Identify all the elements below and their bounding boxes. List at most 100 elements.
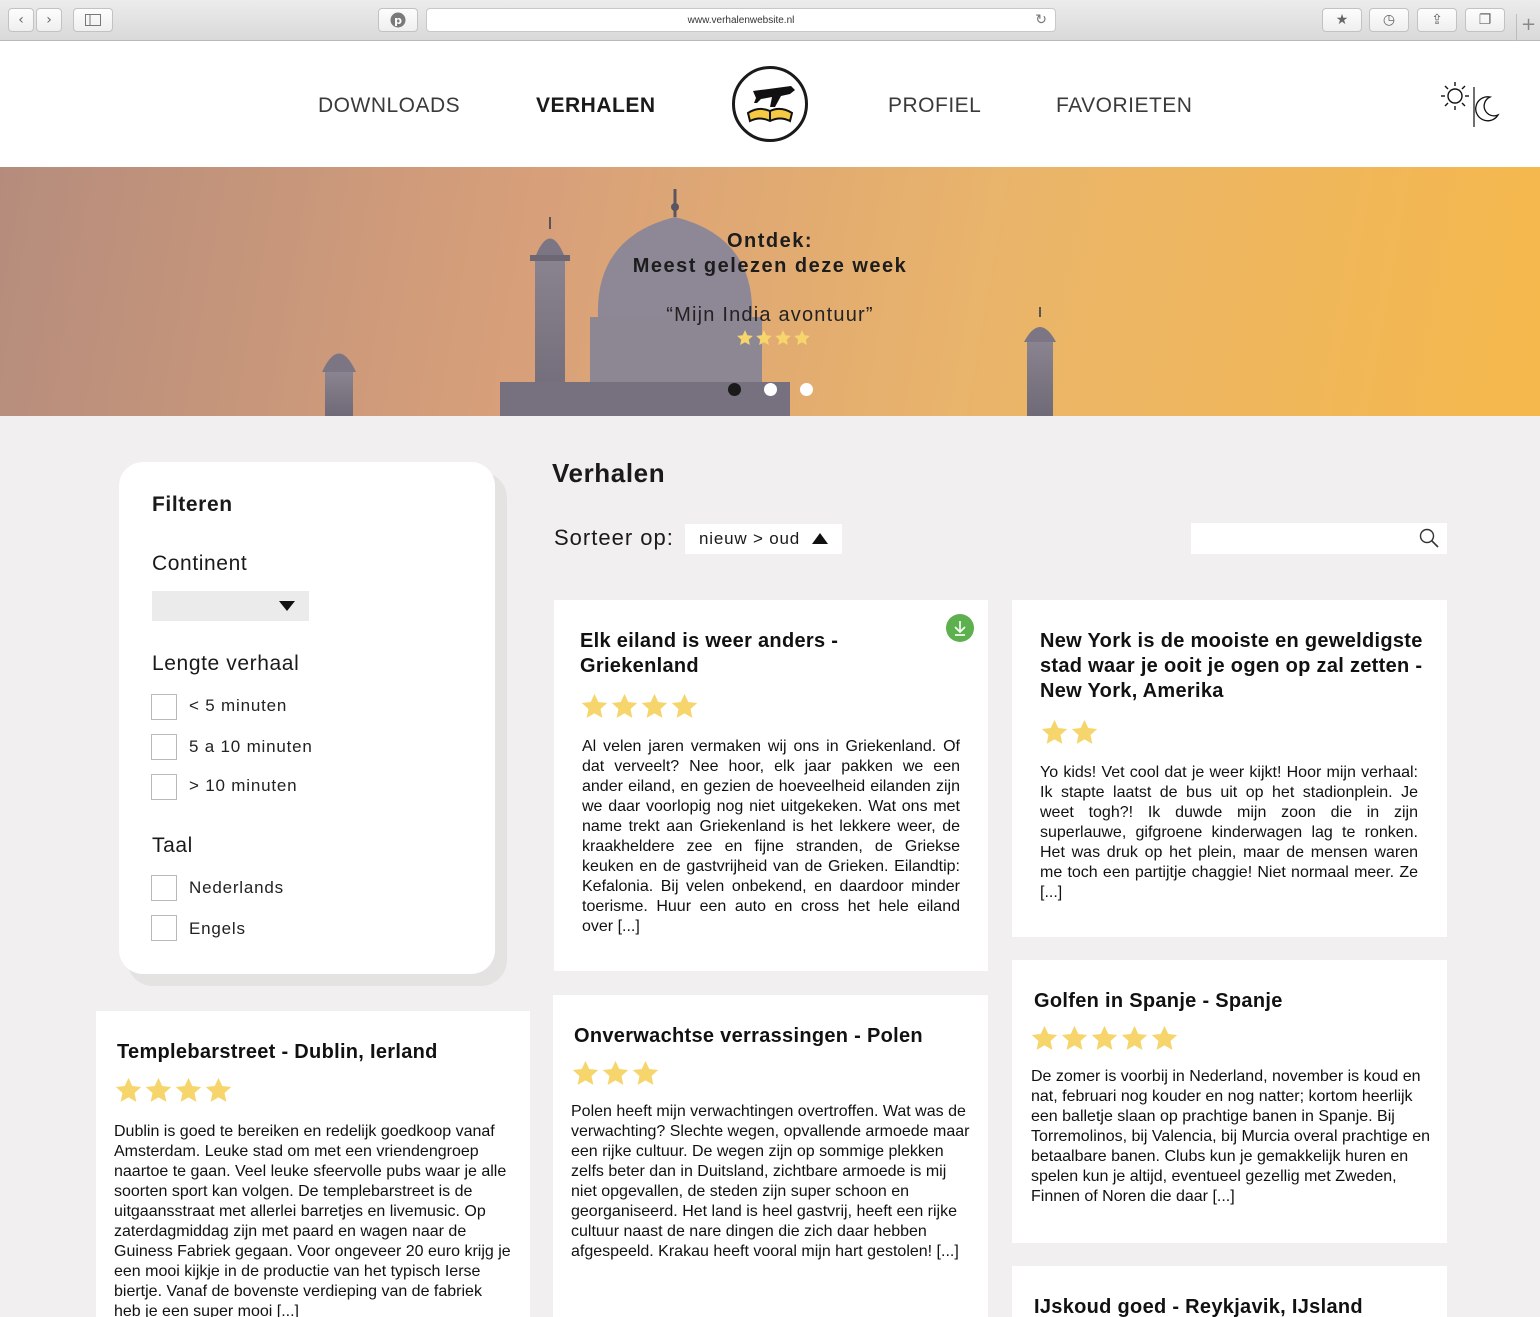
story-title[interactable]: Onverwachtse verrassingen - Polen xyxy=(574,1024,974,1049)
hero-story-title[interactable]: “Mijn India avontuur” xyxy=(0,304,1540,327)
sidebar-toggle-button[interactable] xyxy=(73,8,113,32)
theme-toggle[interactable] xyxy=(1440,81,1504,129)
checkbox-label-lang-en[interactable]: Engels xyxy=(189,919,246,939)
forward-button[interactable]: › xyxy=(36,8,62,32)
story-rating xyxy=(571,1059,660,1088)
carousel-dot-3[interactable] xyxy=(800,383,813,396)
carousel-dot-2[interactable] xyxy=(764,383,777,396)
site-header: DOWNLOADS VERHALEN PROFIEL FAVORIETEN xyxy=(0,41,1540,167)
nav-favorieten[interactable]: FAVORIETEN xyxy=(1056,94,1192,118)
checkbox-label-length-long[interactable]: > 10 minuten xyxy=(189,776,297,796)
story-card-ijsland[interactable]: IJskoud goed - Reykjavik, IJsland xyxy=(1012,1266,1447,1317)
checkbox-label-length-medium[interactable]: 5 a 10 minuten xyxy=(189,737,313,757)
carousel-dot-1[interactable] xyxy=(728,383,741,396)
story-rating xyxy=(580,692,699,721)
checkbox-label-lang-nl[interactable]: Nederlands xyxy=(189,878,284,898)
star-icon xyxy=(175,1077,202,1102)
length-label: Lengte verhaal xyxy=(152,652,300,675)
sidebar-icon xyxy=(85,14,101,26)
star-icon xyxy=(572,1060,599,1085)
nav-verhalen[interactable]: VERHALEN xyxy=(536,94,656,118)
filter-panel: Filteren Continent Lengte verhaal < 5 mi… xyxy=(119,462,495,974)
star-icon xyxy=(1061,1025,1088,1050)
history-button[interactable]: ◷ xyxy=(1369,8,1409,32)
star-icon xyxy=(775,330,791,346)
star-icon xyxy=(611,693,638,718)
dropdown-arrow-icon xyxy=(279,601,295,611)
checkbox-lang-en[interactable] xyxy=(151,915,177,941)
search-icon[interactable] xyxy=(1419,528,1439,548)
page-title: Verhalen xyxy=(552,458,666,488)
star-icon xyxy=(1151,1025,1178,1050)
pinterest-icon: p xyxy=(390,12,406,28)
story-rating xyxy=(114,1076,233,1105)
star-icon xyxy=(602,1060,629,1085)
star-icon xyxy=(737,330,753,346)
share-button[interactable]: ⇪ xyxy=(1417,8,1457,32)
story-card-polen[interactable]: Onverwachtse verrassingen - Polen Polen … xyxy=(553,995,988,1317)
star-icon xyxy=(1121,1025,1148,1050)
share-icon: ⇪ xyxy=(1431,12,1443,28)
checkbox-length-long[interactable] xyxy=(151,774,177,800)
story-rating xyxy=(1040,718,1099,747)
search-input[interactable] xyxy=(1191,523,1447,554)
star-icon xyxy=(205,1077,232,1102)
browser-toolbar: ‹ › p www.verhalenwebsite.nl ↻ ★ ◷ ⇪ ❐ + xyxy=(0,0,1540,41)
star-icon xyxy=(145,1077,172,1102)
story-title[interactable]: IJskoud goed - Reykjavik, IJsland xyxy=(1034,1295,1434,1317)
download-icon[interactable] xyxy=(946,614,974,642)
star-icon xyxy=(581,693,608,718)
checkbox-lang-nl[interactable] xyxy=(151,875,177,901)
story-card-griekenland[interactable]: Elk eiland is weer anders - Griekenland … xyxy=(554,600,988,971)
new-tab-button[interactable]: + xyxy=(1516,14,1540,41)
language-label: Taal xyxy=(152,834,193,857)
nav-downloads[interactable]: DOWNLOADS xyxy=(318,94,460,118)
story-title[interactable]: Golfen in Spanje - Spanje xyxy=(1034,989,1434,1014)
pinterest-button[interactable]: p xyxy=(378,8,418,32)
story-card-dublin[interactable]: Templebarstreet - Dublin, Ierland Dublin… xyxy=(96,1011,530,1317)
svg-text:p: p xyxy=(394,14,402,27)
star-icon xyxy=(794,330,810,346)
taj-mahal-image xyxy=(322,189,1056,416)
tabs-button[interactable]: ❐ xyxy=(1465,8,1505,32)
reload-icon[interactable]: ↻ xyxy=(1035,12,1047,28)
star-icon xyxy=(115,1077,142,1102)
story-title[interactable]: Elk eiland is weer anders - Griekenland xyxy=(580,629,900,679)
story-card-spanje[interactable]: Golfen in Spanje - Spanje De zomer is vo… xyxy=(1012,960,1447,1243)
checkbox-length-short[interactable] xyxy=(151,694,177,720)
tabs-icon: ❐ xyxy=(1478,12,1492,28)
checkbox-label-length-short[interactable]: < 5 minuten xyxy=(189,696,287,716)
star-icon: ★ xyxy=(1335,12,1349,28)
continent-select[interactable] xyxy=(152,591,309,621)
hero-carousel[interactable]: Ontdek: Meest gelezen deze week “Mijn In… xyxy=(0,167,1540,416)
story-title[interactable]: Templebarstreet - Dublin, Ierland xyxy=(117,1040,517,1065)
sort-arrow-icon xyxy=(812,533,828,544)
hero-rating xyxy=(736,329,811,347)
address-bar[interactable]: www.verhalenwebsite.nl ↻ xyxy=(426,8,1056,32)
star-icon xyxy=(641,693,668,718)
hero-kicker: Ontdek: xyxy=(726,230,814,252)
clock-icon: ◷ xyxy=(1382,12,1396,28)
sort-value: nieuw > oud xyxy=(699,529,800,548)
moon-icon[interactable] xyxy=(1475,96,1500,122)
bookmarks-button[interactable]: ★ xyxy=(1322,8,1362,32)
story-excerpt: Al velen jaren vermaken wij ons in Griek… xyxy=(582,738,960,935)
back-button[interactable]: ‹ xyxy=(8,8,34,32)
star-icon xyxy=(671,693,698,718)
star-icon xyxy=(1031,1025,1058,1050)
star-icon xyxy=(632,1060,659,1085)
story-excerpt: Dublin is goed te bereiken en redelijk g… xyxy=(114,1123,511,1317)
story-title[interactable]: New York is de mooiste en geweldigste st… xyxy=(1040,629,1432,704)
hero-heading: Meest gelezen deze week xyxy=(632,255,908,277)
nav-profiel[interactable]: PROFIEL xyxy=(888,94,981,118)
checkbox-length-medium[interactable] xyxy=(151,734,177,760)
story-excerpt: Yo kids! Vet cool dat je weer kijkt! Hoo… xyxy=(1040,764,1418,901)
star-icon xyxy=(1091,1025,1118,1050)
sun-icon[interactable] xyxy=(1441,82,1469,110)
book-plane-logo[interactable] xyxy=(732,66,808,142)
url-text: www.verhalenwebsite.nl xyxy=(687,14,795,26)
continent-label: Continent xyxy=(152,552,248,575)
story-card-new-york[interactable]: New York is de mooiste en geweldigste st… xyxy=(1012,600,1447,937)
star-icon xyxy=(1071,719,1098,744)
sort-select[interactable]: nieuw > oud xyxy=(685,524,842,554)
